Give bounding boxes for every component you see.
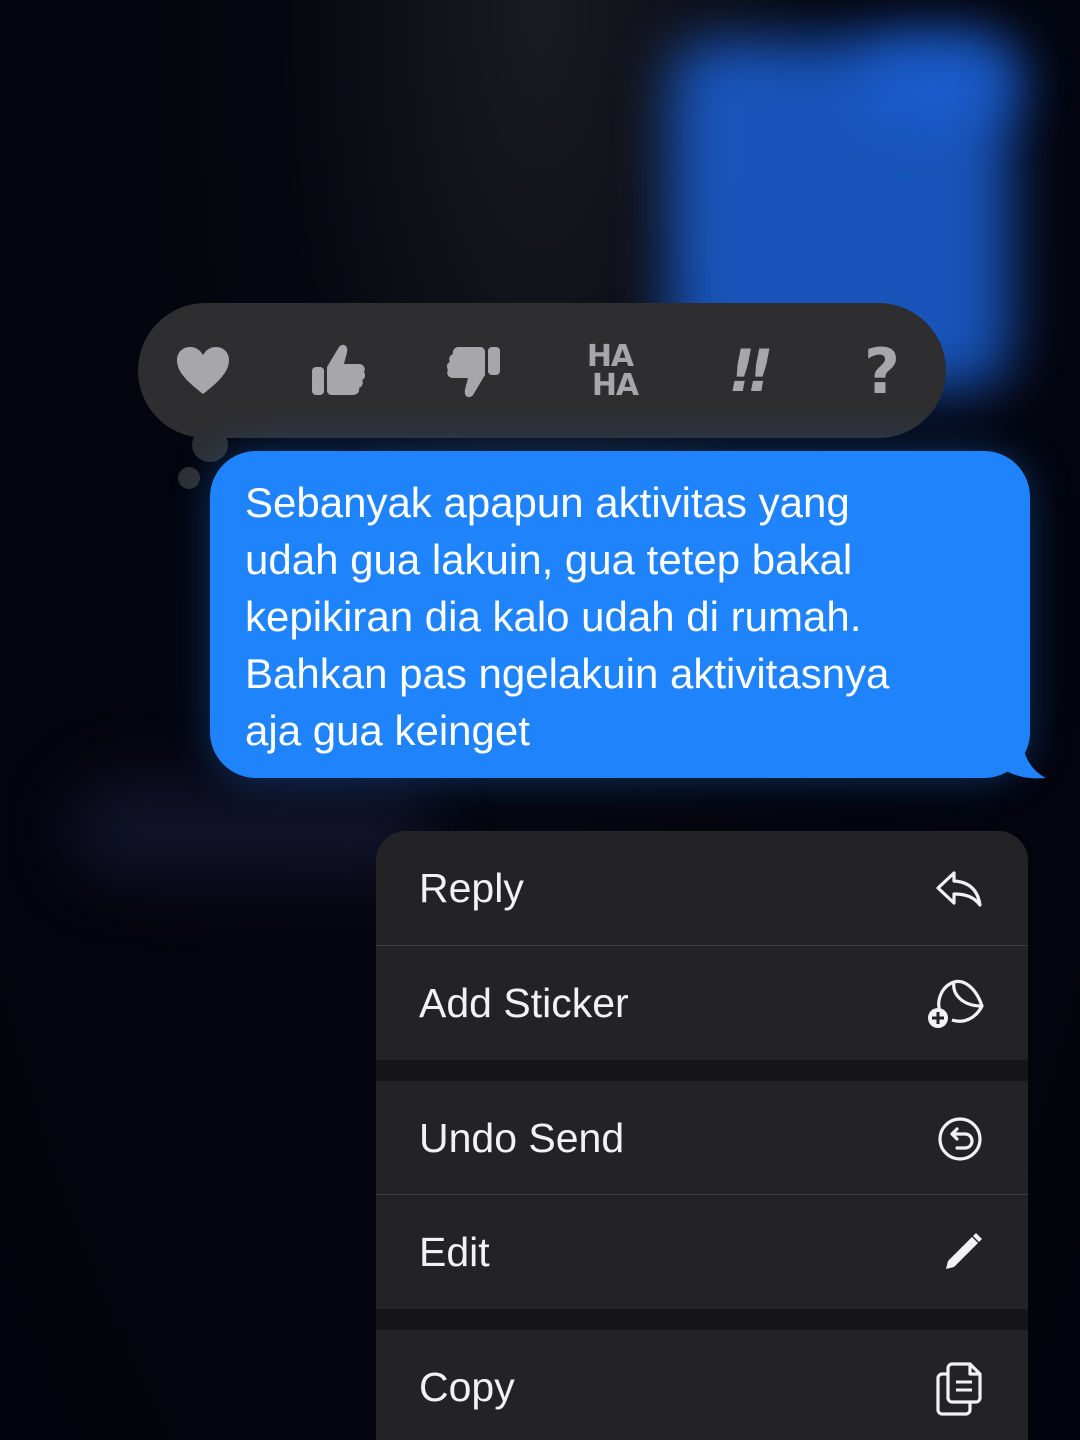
thumbs-up-reaction-button[interactable] <box>298 331 378 411</box>
message-line: Sebanyak apapun aktivitas yang <box>245 479 850 526</box>
messages-screen: HA HA !! ? Sebanyak apapun aktivitas yan… <box>0 0 1080 1440</box>
menu-item-add-sticker[interactable]: Add Sticker <box>376 946 1028 1060</box>
undo-send-icon <box>924 1113 984 1165</box>
haha-icon: HA HA <box>582 339 639 403</box>
haha-text-bottom: HA <box>591 368 639 403</box>
thumbs-up-icon <box>312 344 366 395</box>
message-line: Bahkan pas ngelakuin aktivitasnya <box>245 650 890 697</box>
tapback-bar <box>138 303 946 438</box>
menu-item-label: Copy <box>419 1364 515 1410</box>
menu-item-edit[interactable]: Edit <box>376 1195 1028 1309</box>
message-line: aja gua keinget <box>245 707 530 754</box>
question-reaction-button[interactable]: ? <box>842 331 922 411</box>
copy-icon <box>924 1362 984 1416</box>
context-menu: Reply Add Sticker Undo Send Edit Copy <box>376 831 1028 1440</box>
pencil-icon <box>924 1227 984 1279</box>
menu-item-copy[interactable]: Copy <box>376 1330 1028 1440</box>
sticker-add-icon <box>924 978 984 1030</box>
haha-text-top: HA <box>586 339 634 374</box>
menu-item-label: Undo Send <box>419 1115 625 1161</box>
tapback-tail-dot <box>178 467 200 489</box>
heart-icon <box>177 347 229 394</box>
message-line: udah gua lakuin, gua tetep bakal <box>245 536 853 583</box>
menu-item-label: Add Sticker <box>419 980 629 1026</box>
message-line: kepikiran dia kalo udah di rumah. <box>245 593 862 640</box>
menu-item-label: Reply <box>419 865 524 911</box>
message-text: Sebanyak apapun aktivitas yang udah gua … <box>245 474 1015 759</box>
menu-group-gap <box>376 1309 1028 1330</box>
haha-reaction-button[interactable]: HA HA <box>570 331 650 411</box>
reply-icon <box>924 863 984 915</box>
thumbs-down-icon <box>446 347 500 398</box>
menu-group-gap <box>376 1060 1028 1081</box>
thumbs-down-reaction-button[interactable] <box>434 331 514 411</box>
exclamation-reaction-button[interactable]: !! <box>707 331 787 411</box>
menu-item-undo-send[interactable]: Undo Send <box>376 1081 1028 1195</box>
blurred-background-bubble <box>860 40 1020 120</box>
menu-item-reply[interactable]: Reply <box>376 831 1028 945</box>
heart-reaction-button[interactable] <box>163 331 243 411</box>
exclamation-icon: !! <box>728 337 774 405</box>
tapback-tail <box>192 428 228 462</box>
menu-item-label: Edit <box>419 1229 490 1275</box>
question-icon: ? <box>864 334 900 408</box>
